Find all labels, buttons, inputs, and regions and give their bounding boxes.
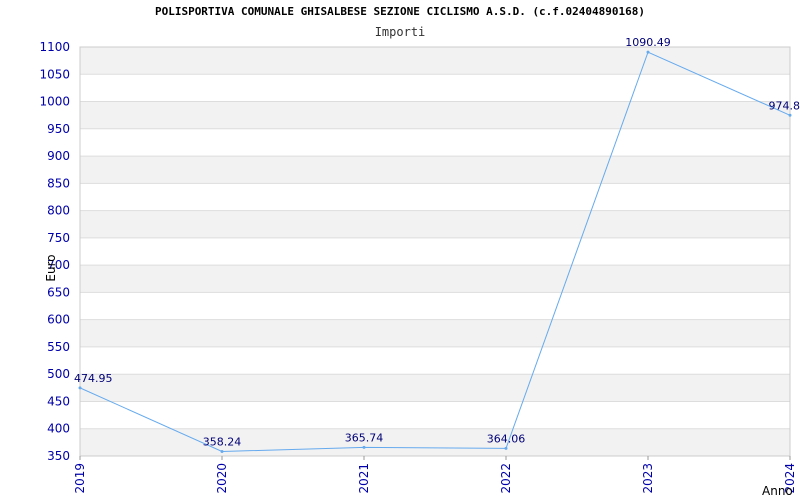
y-tick-label: 400 xyxy=(47,422,70,436)
grid-band xyxy=(80,210,790,238)
y-tick-label: 1050 xyxy=(39,67,70,81)
data-point xyxy=(504,446,508,450)
x-axis-ticks: 2019 2020 2021 2022 2023 2024 xyxy=(73,456,797,494)
data-label: 1090.49 xyxy=(625,36,671,49)
y-tick-label: 800 xyxy=(47,204,70,218)
grid-band xyxy=(80,237,790,266)
y-tick-label: 650 xyxy=(47,285,70,299)
grid-band xyxy=(80,292,790,320)
data-point xyxy=(362,445,366,449)
data-label: 364.06 xyxy=(487,432,526,445)
x-tick-label: 2023 xyxy=(641,463,655,494)
y-axis-ticks: 3504004505005506006507007508008509009501… xyxy=(39,40,70,463)
y-tick-label: 350 xyxy=(47,449,70,463)
x-tick-label: 2020 xyxy=(215,463,229,494)
y-tick-label: 1000 xyxy=(39,95,70,109)
y-tick-label: 450 xyxy=(47,394,70,408)
grid-band xyxy=(80,428,790,456)
y-tick-label: 750 xyxy=(47,231,70,245)
data-label: 474.95 xyxy=(74,372,113,385)
data-point xyxy=(220,450,224,454)
y-tick-label: 850 xyxy=(47,176,70,190)
grid-band xyxy=(80,183,790,211)
line-chart: 3504004505005506006507007508008509009501… xyxy=(39,36,800,498)
y-tick-label: 500 xyxy=(47,367,70,381)
grid-band xyxy=(80,74,790,102)
x-axis-label: Anno xyxy=(762,484,793,498)
grid-bands xyxy=(80,47,790,456)
data-point xyxy=(788,113,792,117)
x-tick-label: 2019 xyxy=(73,463,87,494)
grid-band xyxy=(80,47,790,75)
grid-band xyxy=(80,401,790,429)
grid-band xyxy=(80,156,790,184)
grid-band xyxy=(80,265,790,293)
data-label: 974.8 xyxy=(769,99,800,112)
y-tick-label: 550 xyxy=(47,340,70,354)
grid-band xyxy=(80,374,790,402)
x-tick-label: 2022 xyxy=(499,463,513,494)
data-point xyxy=(78,386,82,390)
data-point xyxy=(646,50,650,54)
grid-band xyxy=(80,101,790,129)
y-tick-label: 1100 xyxy=(39,40,70,54)
y-tick-label: 600 xyxy=(47,313,70,327)
y-axis-label: Euro xyxy=(44,254,58,281)
data-label: 358.24 xyxy=(203,436,242,449)
grid-band xyxy=(80,319,790,347)
data-label: 365.74 xyxy=(345,431,384,444)
y-tick-label: 950 xyxy=(47,122,70,136)
grid-band xyxy=(80,346,790,375)
x-tick-label: 2021 xyxy=(357,463,371,494)
grid-band xyxy=(80,128,790,157)
y-tick-label: 900 xyxy=(47,149,70,163)
